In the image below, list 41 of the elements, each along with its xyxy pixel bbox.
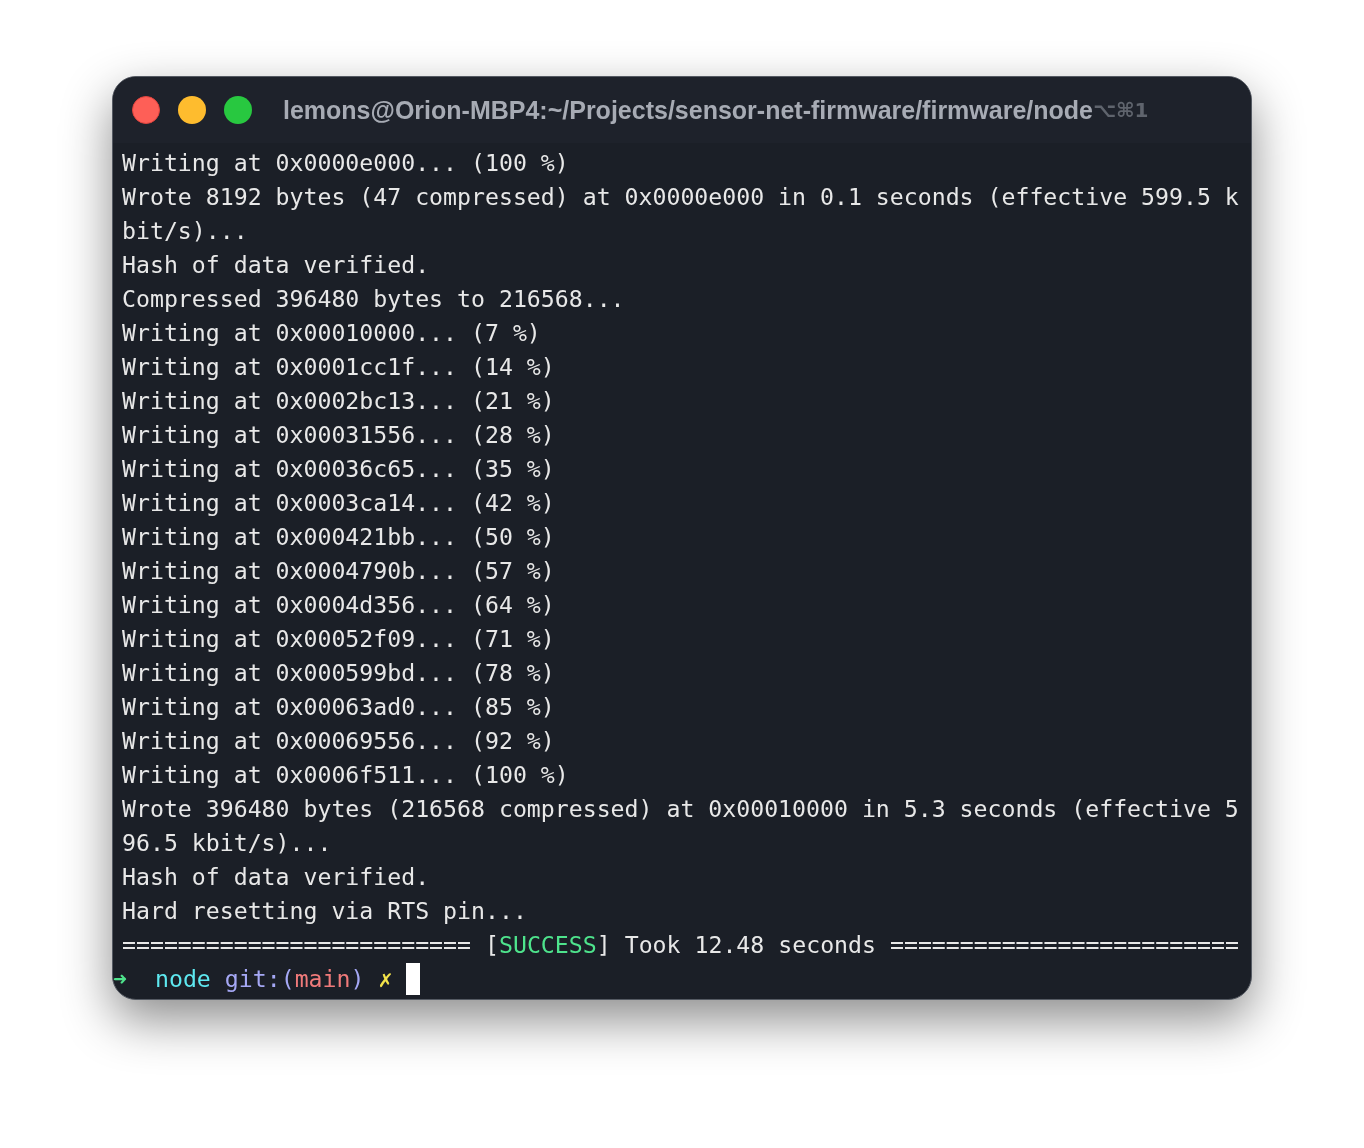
output-line: Writing at 0x00036c65... (35 %) xyxy=(122,454,555,484)
bracket: [ xyxy=(485,930,499,960)
minimize-button[interactable] xyxy=(178,96,206,124)
separator-line: ========================= xyxy=(122,930,471,960)
output-line: Writing at 0x00010000... (7 %) xyxy=(122,318,541,348)
status-label: SUCCESS xyxy=(499,930,597,960)
output-line: Writing at 0x00031556... (28 %) xyxy=(122,420,555,450)
output-line: Writing at 0x0004790b... (57 %) xyxy=(122,556,555,586)
bracket: ] xyxy=(596,930,611,960)
output-line: Writing at 0x0006f511... (100 %) xyxy=(122,760,569,790)
output-line: Writing at 0x00069556... (92 %) xyxy=(122,726,555,756)
output-line: Writing at 0x0002bc13... (21 %) xyxy=(122,386,555,416)
output-line: bit/s)... xyxy=(122,216,248,246)
dirty-mark: ✗ xyxy=(378,964,393,994)
output-line: Hash of data verified. xyxy=(122,862,430,892)
output-line: Writing at 0x00063ad0... (85 %) xyxy=(122,692,555,722)
git-label: ) xyxy=(350,964,365,994)
close-button[interactable] xyxy=(132,96,160,124)
output-line: Compressed 396480 bytes to 216568... xyxy=(122,284,625,314)
separator-line: ========================= xyxy=(889,930,1239,960)
git-label: git:( xyxy=(224,964,295,994)
output-line: 96.5 kbit/s)... xyxy=(122,828,332,858)
output-line: Writing at 0x000599bd... (78 %) xyxy=(122,658,555,688)
output-line: Wrote 396480 bytes (216568 compressed) at 0x00010000 in 5.3 seconds (effective 5 xyxy=(122,794,1239,824)
output-line: Writing at 0x000421bb... (50 %) xyxy=(122,522,555,552)
output-line: Hard resetting via RTS pin... xyxy=(122,896,527,926)
branch-name: main xyxy=(294,964,351,994)
output-line: Writing at 0x0001cc1f... (14 %) xyxy=(122,352,555,382)
directory-name: node xyxy=(154,964,211,994)
duration-text: Took 12.48 seconds xyxy=(624,930,876,960)
window-title: lemons@Orion-MBP4:~/Projects/sensor-net-firmware/firmware/node xyxy=(283,95,1093,125)
output-line: Hash of data verified. xyxy=(122,250,430,280)
output-line: Writing at 0x00052f09... (71 %) xyxy=(122,624,555,654)
output-line: Wrote 8192 bytes (47 compressed) at 0x0000e000 in 0.1 seconds (effective 599.5 k xyxy=(122,182,1239,212)
output-line: Writing at 0x0003ca14... (42 %) xyxy=(122,488,555,518)
output-line: Writing at 0x0000e000... (100 %) xyxy=(122,148,569,178)
shortcut-label: ⌥⌘1 xyxy=(1093,98,1149,122)
zoom-button[interactable] xyxy=(224,96,252,124)
output-line: Writing at 0x0004d356... (64 %) xyxy=(122,590,555,620)
prompt-arrow: ➜ xyxy=(113,964,127,994)
text-cursor xyxy=(406,963,421,995)
